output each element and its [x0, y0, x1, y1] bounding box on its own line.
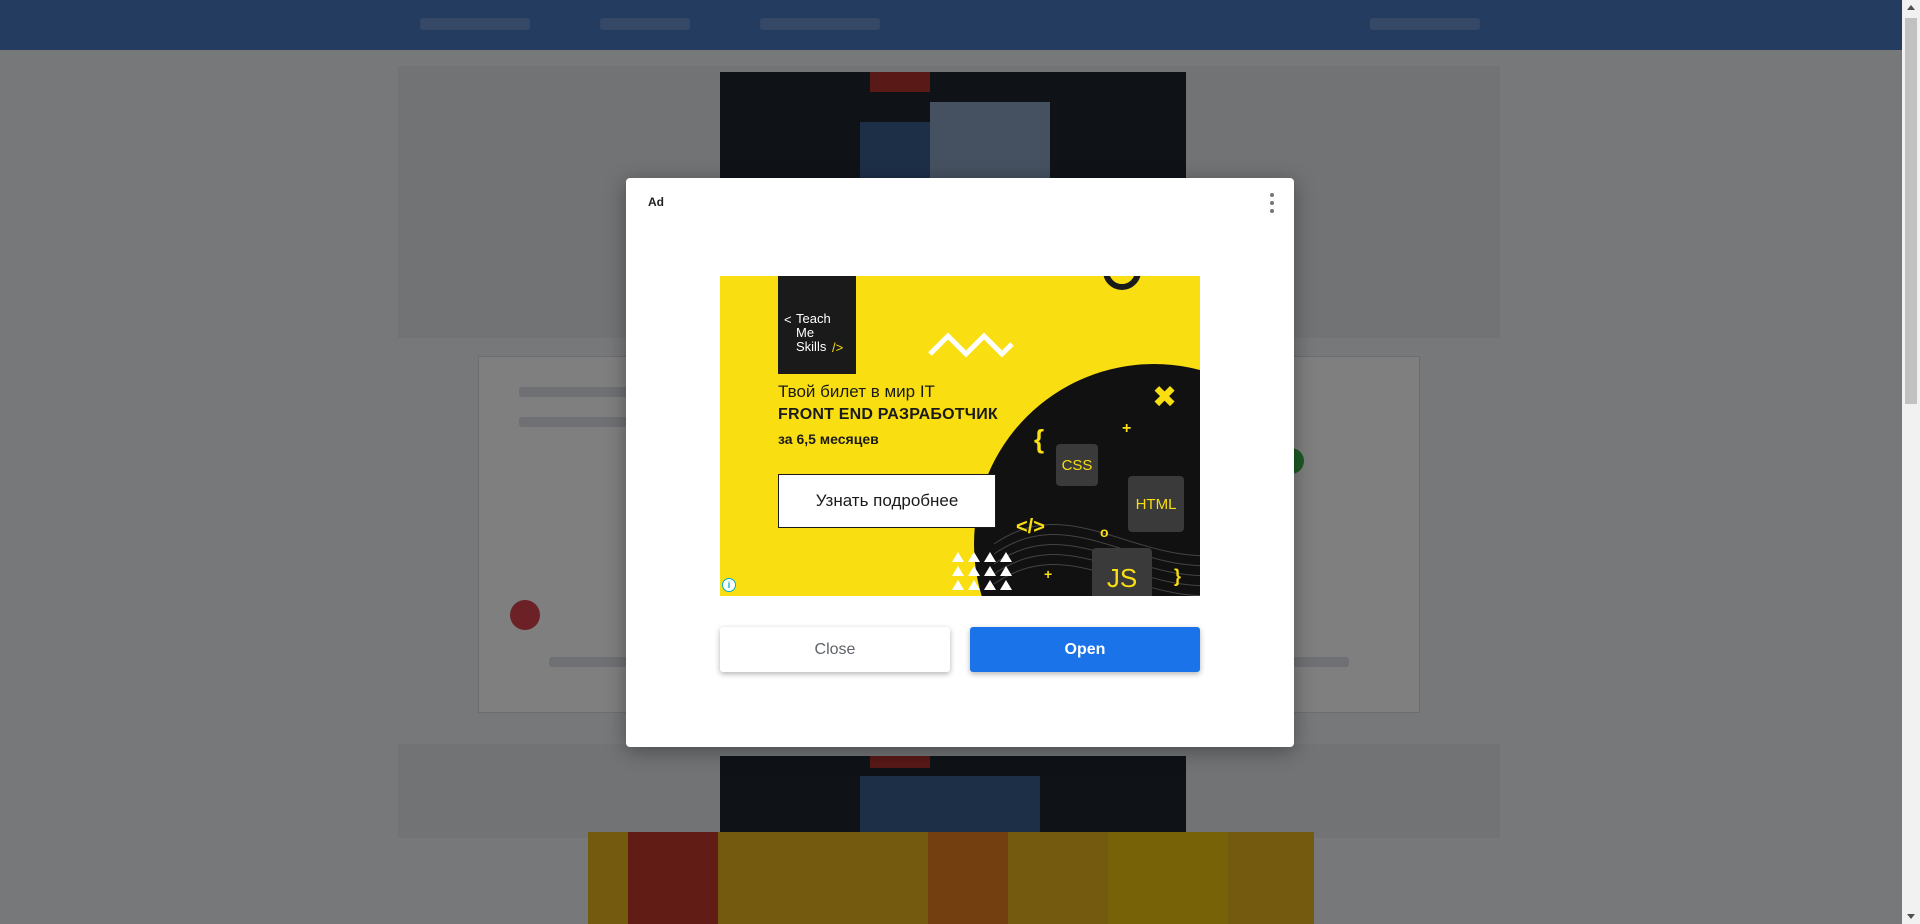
plus-icon: +	[1122, 420, 1132, 437]
plus-icon: +	[1044, 566, 1053, 582]
open-button[interactable]: Open	[970, 627, 1200, 672]
ad-label: Ad	[648, 195, 664, 209]
adchoices-icon[interactable]: i	[722, 578, 736, 592]
ad-creative[interactable]: < Teach Me Skills /> Твой билет в мир IT…	[720, 276, 1200, 596]
scroll-down-icon[interactable]	[1907, 914, 1915, 919]
ad-duration: за 6,5 месяцев	[778, 431, 879, 447]
cross-icon: ✖	[1152, 381, 1178, 414]
logo-text: Teach Me Skills	[796, 311, 831, 354]
zigzag-icon	[928, 332, 1014, 358]
ad-headline: Твой билет в мир IT	[778, 382, 935, 401]
ring-decoration	[1103, 276, 1141, 290]
logo-bracket: <	[784, 312, 792, 327]
brace-close-icon: }	[1174, 566, 1182, 586]
close-button[interactable]: Close	[720, 627, 950, 672]
logo-slash: />	[832, 340, 844, 355]
page-scrollbar[interactable]	[1902, 0, 1920, 924]
ring-icon: o	[1100, 524, 1109, 540]
ad-title: FRONT END РАЗРАБОТЧИК	[778, 406, 998, 423]
more-vert-icon[interactable]	[1266, 192, 1278, 214]
js-tile: JS	[1092, 548, 1152, 596]
scroll-up-icon[interactable]	[1907, 5, 1915, 10]
ad-dialog: Ad < Teach Me Skills /> Твой билет в мир…	[626, 178, 1294, 747]
teachmeskills-logo: < Teach Me Skills />	[778, 276, 856, 374]
learn-more-button[interactable]: Узнать подробнее	[778, 474, 996, 528]
code-icon: </>	[1016, 516, 1045, 538]
html-tile: HTML	[1128, 476, 1184, 532]
brace-open-icon: {	[1034, 424, 1045, 454]
css-tile: CSS	[1056, 444, 1098, 486]
scrollbar-thumb[interactable]	[1905, 18, 1917, 404]
triangles-pattern	[952, 552, 1012, 590]
